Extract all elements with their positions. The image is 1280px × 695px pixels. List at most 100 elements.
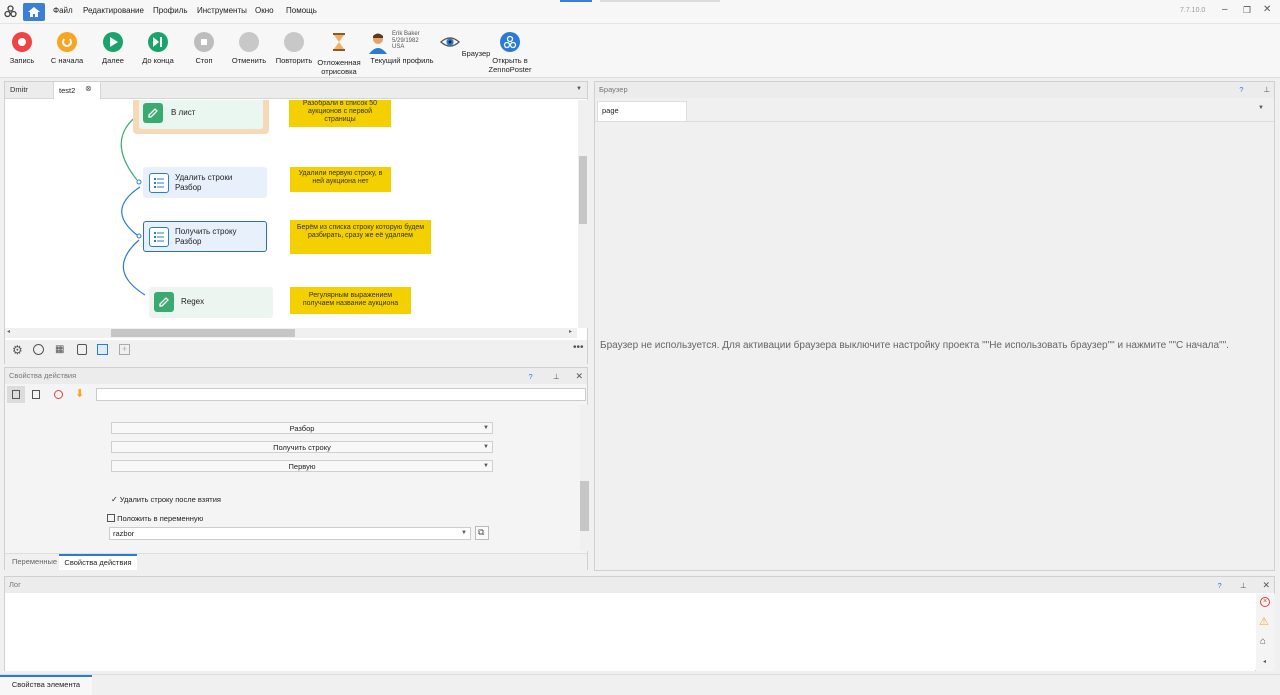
help-button[interactable]: ? [529, 372, 533, 381]
chevron-down-icon: ▼ [483, 444, 489, 450]
menu-window[interactable]: Окно [255, 6, 274, 15]
menu-edit[interactable]: Редактирование [83, 6, 144, 15]
scroll-thumb[interactable] [580, 481, 589, 531]
pin-icon[interactable]: ⊥ [553, 372, 560, 381]
more-options-icon[interactable]: ••• [573, 342, 584, 353]
pin-icon[interactable]: ⊥ [1240, 581, 1247, 590]
delete-after-label: Удалить строку после взятия [119, 495, 221, 504]
collapse-left-icon[interactable]: ◂ [1263, 658, 1266, 665]
close-pane-icon[interactable]: ✕ [1262, 580, 1270, 590]
variable-input-value: razbor [113, 529, 135, 538]
node-get-row[interactable]: Получить строку Разбор [143, 221, 267, 252]
title-accent [560, 0, 592, 2]
tag-icon[interactable]: ⌂ [1260, 636, 1266, 647]
node-to-list[interactable]: В лист [139, 100, 263, 129]
close-pane-icon[interactable]: ✕ [575, 371, 583, 381]
record-mini-icon[interactable] [54, 390, 63, 399]
warning-filter-icon[interactable]: ⚠ [1259, 615, 1269, 628]
comment-note[interactable]: Регулярным выражением получаем название … [290, 287, 411, 314]
tab-dropdown-icon[interactable]: ▼ [576, 86, 582, 92]
log-filter-toolbar: × ⚠ ⌂ ◂ [1256, 594, 1275, 671]
user-avatar-icon [369, 33, 387, 54]
node-label: В лист [171, 108, 196, 117]
menu-profile[interactable]: Профиль [153, 6, 188, 15]
restore-button[interactable]: ❐ [1243, 5, 1251, 16]
version-label: 7.7.10.0 [1180, 7, 1206, 14]
properties-vertical-scrollbar[interactable] [580, 405, 589, 551]
save-disk-icon [107, 514, 115, 522]
log-header: Лог ? ⊥ ✕ [5, 577, 1274, 593]
help-button[interactable]: ? [1239, 85, 1243, 94]
editor-tab-strip: Dmitr test2 ⊗ ▼ [5, 82, 587, 99]
to-end-label: До конца [142, 56, 174, 65]
pencil-icon [154, 292, 174, 312]
variable-input[interactable]: razbor ▼ [109, 527, 471, 540]
error-filter-icon[interactable]: × [1260, 597, 1270, 607]
menu-help[interactable]: Помощь [286, 6, 317, 15]
comment-note[interactable]: Разобрали в список 50 аукционов с первой… [289, 100, 391, 127]
profile-circle-icon[interactable] [33, 344, 44, 355]
document-icon[interactable] [97, 344, 108, 355]
node-regex[interactable]: Regex [149, 287, 273, 318]
tab-test2[interactable]: test2 ⊗ [53, 82, 101, 99]
operation-select[interactable]: Получить строку ▼ [111, 441, 493, 453]
add-node-icon[interactable]: + [119, 344, 130, 355]
scroll-thumb[interactable] [579, 156, 587, 224]
chevron-down-icon: ▼ [461, 530, 467, 536]
tab-dmitr[interactable]: Dmitr [10, 82, 28, 98]
row-select[interactable]: Первую ▼ [111, 460, 493, 472]
pane-controls: ? ⊥ ✕ [1218, 577, 1270, 594]
edit-view-icon[interactable] [32, 390, 40, 399]
minimize-button[interactable]: – [1222, 4, 1228, 15]
list-select[interactable]: Разбор ▼ [111, 422, 493, 434]
help-button[interactable]: ? [1218, 581, 1222, 590]
browser-tab-dropdown-icon[interactable]: ▼ [1258, 105, 1264, 111]
scroll-thumb[interactable] [111, 329, 295, 337]
grid-icon[interactable]: ▦ [55, 344, 64, 355]
redo-label: Повторить [275, 56, 313, 65]
download-arrow-icon[interactable]: ⬇ [75, 387, 84, 400]
browser-tab-page[interactable]: page [597, 101, 687, 121]
properties-view-icon[interactable] [7, 386, 25, 403]
main-toolbar: Запись С начала Далее До конца Стоп Отме… [0, 24, 1280, 78]
pane-controls: ? ⊥ ✕ [529, 368, 583, 385]
home-icon [28, 7, 40, 17]
settings-gear-icon[interactable]: ⚙ [12, 343, 23, 357]
lock-icon[interactable] [77, 344, 87, 355]
operation-select-value: Получить строку [273, 443, 331, 452]
comment-note[interactable]: Удалили первую строку, в ней аукциона не… [290, 167, 391, 192]
node-delete-rows[interactable]: Удалить строки Разбор [143, 167, 267, 198]
project-canvas[interactable]: В лист Удалить строки Разбор Получить ст… [5, 100, 577, 328]
tab-action-properties[interactable]: Свойства действия [59, 554, 137, 570]
log-pane: Лог ? ⊥ ✕ × ⚠ ⌂ ◂ [4, 576, 1275, 671]
action-name-input[interactable] [96, 388, 586, 401]
editor-bottom-toolbar: ⚙ ▦ + ••• [5, 340, 587, 364]
comment-note[interactable]: Берём из списка строку которую будем раз… [290, 220, 431, 254]
tab-variables[interactable]: Переменные [12, 554, 57, 570]
pin-icon[interactable]: ⊥ [1263, 85, 1270, 94]
chevron-down-icon: ▼ [483, 463, 489, 469]
editor-vertical-scrollbar[interactable] [578, 100, 588, 328]
redo-icon [284, 32, 304, 52]
open-in-zennoposter-button[interactable]: Открыть в ZennoPoster [480, 32, 540, 74]
menu-file[interactable]: Файл [53, 6, 73, 15]
copy-variable-button[interactable]: ⧉ [475, 526, 489, 540]
zennoposter-icon [500, 32, 520, 52]
tab-element-properties[interactable]: Свойства элемента [0, 675, 92, 695]
tab-close-icon[interactable]: ⊗ [85, 84, 92, 93]
profile-name: Erik Baker [392, 31, 420, 37]
chevron-down-icon: ▼ [483, 425, 489, 431]
current-profile-button[interactable]: Erik Baker 5/29/1982 USA Текущий профиль [362, 31, 442, 65]
menu-tools[interactable]: Инструменты [197, 6, 247, 15]
title-bar: Файл Редактирование Профиль Инструменты … [0, 0, 1280, 24]
log-content[interactable] [5, 594, 1255, 671]
close-window-button[interactable]: ✕ [1263, 4, 1271, 15]
editor-horizontal-scrollbar[interactable]: ◂ ▸ [5, 328, 577, 338]
save-to-variable-label-row: Положить в переменную [107, 514, 203, 523]
scroll-left-icon[interactable]: ◂ [7, 328, 10, 335]
deferred-render-button[interactable]: Отложенная отрисовка [309, 32, 369, 76]
home-button[interactable] [23, 3, 45, 21]
node-label: Regex [181, 297, 205, 306]
scroll-right-icon[interactable]: ▸ [569, 328, 572, 335]
delete-after-checkbox[interactable]: ✓ Удалить строку после взятия [111, 495, 221, 504]
